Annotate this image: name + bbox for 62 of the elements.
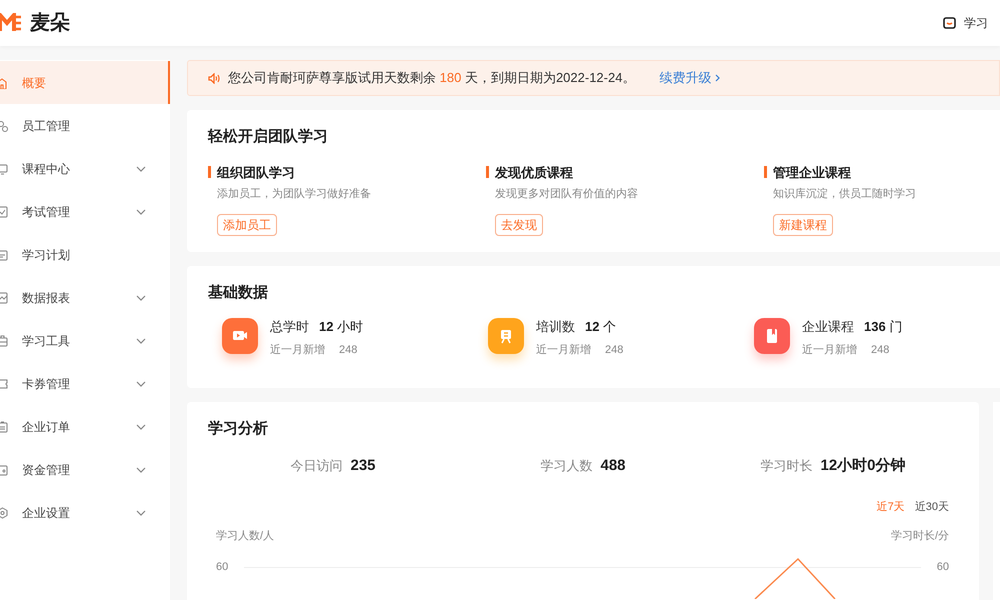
axis-tick: 60 (216, 560, 228, 575)
stat-sub-value: 248 (871, 343, 890, 358)
plan-icon (0, 248, 8, 260)
sidebar-item[interactable]: 学习工具 (0, 319, 170, 362)
stat-label: 学习人数 (540, 456, 592, 474)
logo-icon (0, 13, 22, 33)
gear-icon (0, 506, 8, 518)
section-description: 知识库沉淀，供员工随时学习 (773, 186, 917, 202)
logo-text: 麦朵 (30, 11, 70, 36)
section-description: 发现更多对团队有价值的内容 (495, 186, 639, 202)
renew-link[interactable]: 续费升级 (659, 68, 720, 88)
check-icon (0, 206, 8, 218)
clipboard-icon (0, 420, 8, 432)
sidebar-item[interactable]: 资金管理 (0, 448, 170, 491)
stat-value: 12 个 (585, 318, 616, 336)
stat-label: 培训数 (536, 318, 575, 336)
stat-label: 企业课程 (802, 318, 854, 336)
chart-icon (0, 292, 8, 304)
axis-tick: 60 (936, 560, 949, 575)
stat-label: 总学时 (270, 318, 309, 336)
sidebar-item[interactable]: 数据报表 (0, 276, 170, 319)
section-title: 管理企业课程 (773, 164, 851, 182)
sidebar-item[interactable]: 学习计划 (0, 233, 170, 276)
range-tab[interactable]: 近30天 (914, 499, 949, 516)
sidebar-item[interactable]: 卡券管理 (0, 362, 170, 405)
chevron-right-icon (715, 74, 720, 82)
accent-bar (486, 166, 489, 178)
stat-label: 学习时长 (760, 456, 812, 474)
sidebar-item[interactable]: 企业订单 (0, 405, 170, 448)
stat-sub-label: 近一月新增 (536, 342, 591, 358)
stat-sub-value: 248 (339, 343, 358, 358)
sidebar-item[interactable]: 企业设置 (0, 491, 170, 534)
card-title: 轻松开启团队学习 (208, 127, 329, 147)
sidebar-item[interactable]: 员工管理 (0, 104, 170, 147)
speaker-icon (208, 72, 220, 84)
section-title: 发现优质课程 (495, 164, 573, 182)
stat-sub-label: 近一月新增 (270, 342, 325, 358)
card-title: 学习分析 (208, 419, 269, 439)
ticket-icon (0, 378, 8, 390)
wallet-icon (0, 464, 8, 476)
axis-label: 学习时长/分 (890, 528, 949, 544)
accent-bar (764, 166, 767, 178)
notice-text: 您公司肯耐珂萨尊享版试用天数剩余 180 天，到期日期为2022-12-24。 (228, 69, 636, 88)
stat-value: 235 (350, 456, 376, 476)
tool-icon (0, 334, 8, 346)
nav-link[interactable]: 学习 (964, 14, 988, 32)
sidebar-item[interactable]: 课程中心 (0, 147, 170, 190)
home-icon (0, 76, 8, 88)
stat-sub-value: 248 (605, 343, 624, 358)
section-description: 添加员工，为团队学习做好准备 (217, 187, 372, 202)
card-title: 基础数据 (208, 283, 269, 303)
accent-bar (208, 166, 211, 178)
stat-value: 136 门 (864, 318, 902, 336)
stat-value: 488 (600, 456, 626, 476)
stat-label: 今日访问 (290, 456, 342, 474)
stat-value: 12小时0分钟 (820, 456, 906, 476)
stat-value: 12 小时 (319, 318, 364, 336)
sidebar-item[interactable]: 考试管理 (0, 190, 170, 233)
monitor-icon (0, 162, 8, 174)
axis-label: 学习人数/人 (216, 528, 274, 544)
section-title: 组织团队学习 (217, 164, 295, 182)
stat-sub-label: 近一月新增 (802, 342, 857, 358)
